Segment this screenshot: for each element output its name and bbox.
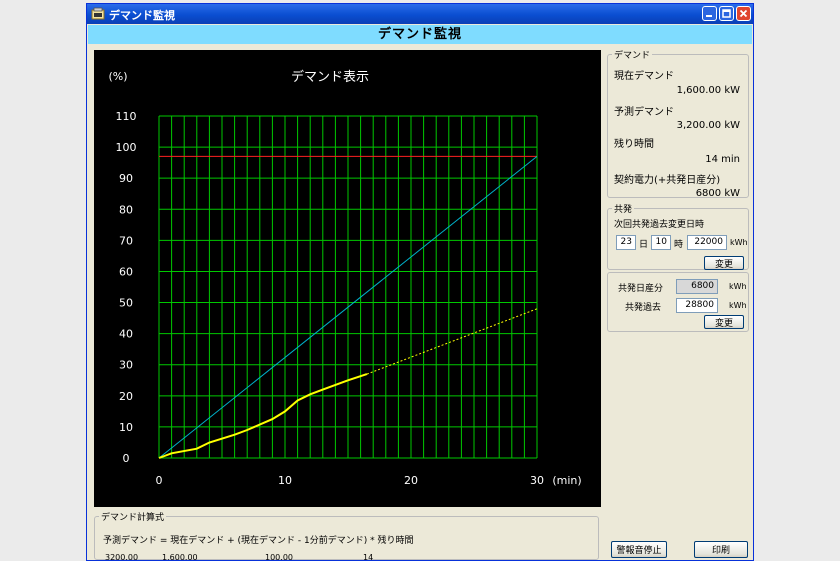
remaining-time-value: 14 min	[705, 154, 740, 165]
window-title: デマンド監視	[109, 9, 175, 22]
daily-amount-unit: kWh	[729, 282, 747, 291]
alarm-stop-button[interactable]: 警報音停止	[611, 541, 667, 558]
kyohatsu-group-label: 共発	[614, 205, 633, 215]
close-icon	[739, 9, 748, 18]
y-tick-label: 80	[119, 203, 133, 216]
contract-power-label: 契約電力(+共発日産分)	[614, 175, 721, 186]
remaining-time-label: 残り時間	[614, 139, 654, 150]
past-amount-unit: kWh	[729, 301, 747, 310]
y-tick-label: 100	[116, 141, 137, 154]
demand-monitor-window: デマンド監視 デマンド監視 0 10 20 30 40 50 60 70 80 90 100 110 0…	[86, 3, 754, 561]
formula-value-predicted: 3200.00	[105, 553, 139, 561]
close-button[interactable]	[736, 6, 751, 21]
demand-group-label: デマンド	[614, 51, 651, 61]
y-tick-label: 90	[119, 172, 133, 185]
y-tick-label: 40	[119, 328, 133, 341]
kyohatsu-group: 共発 次回共発過去変更日時 23 日 10 時 22000 kWh 変更	[607, 202, 749, 270]
past-amount-input[interactable]: 28800	[676, 298, 718, 313]
y-tick-label: 30	[119, 359, 133, 372]
maximize-icon	[722, 9, 731, 18]
minimize-icon	[706, 15, 712, 17]
daily-amount-input[interactable]: 6800	[676, 279, 718, 294]
formula-text: 予測デマンド = 現在デマンド + (現在デマンド - 1分前デマンド) * 残…	[103, 536, 414, 546]
change-button-2[interactable]: 変更	[704, 315, 744, 329]
x-tick-label: 0	[156, 474, 163, 487]
past-amount-label: 共発過去	[625, 303, 662, 313]
y-tick-label: 20	[119, 390, 133, 403]
formula-value-diff: 100.00	[265, 553, 293, 561]
minimize-button[interactable]	[702, 6, 717, 21]
kyohatsu-daily-group: 共発日産分 6800 kWh 共発過去 28800 kWh 変更	[607, 272, 749, 332]
x-tick-label: 10	[278, 474, 292, 487]
y-tick-label: 60	[119, 265, 133, 278]
demand-chart-svg: 0 10 20 30 40 50 60 70 80 90 100 110 0 10 20 30 (%) (min)…	[108, 69, 581, 487]
x-tick-label: 20	[404, 474, 418, 487]
y-tick-label: 50	[119, 297, 133, 310]
print-button[interactable]: 印刷	[694, 541, 748, 558]
predicted-demand-label: 予測デマンド	[614, 107, 674, 118]
current-demand-label: 現在デマンド	[614, 71, 674, 82]
x-axis-label: (min)	[552, 474, 581, 487]
formula-value-current: 1,600.00	[162, 553, 198, 561]
hour-input[interactable]: 10	[651, 235, 671, 250]
next-change-label: 次回共発過去変更日時	[614, 220, 705, 230]
maximize-button[interactable]	[719, 6, 734, 21]
change-button[interactable]: 変更	[704, 256, 744, 270]
day-unit: 日	[639, 240, 649, 250]
y-tick-label: 70	[119, 234, 133, 247]
amount-input[interactable]: 22000	[687, 235, 727, 250]
y-axis-label: (%)	[108, 70, 127, 83]
formula-group-label: デマンド計算式	[101, 513, 165, 523]
chart-title: デマンド表示	[291, 69, 369, 85]
daily-amount-label: 共発日産分	[618, 284, 664, 294]
demand-group: デマンド 現在デマンド 1,600.00 kW 予測デマンド 3,200.00 …	[607, 48, 749, 199]
demand-chart: 0 10 20 30 40 50 60 70 80 90 100 110 0 10 20 30 (%) (min)…	[94, 50, 601, 507]
title-bar: デマンド監視	[87, 4, 753, 24]
x-tick-label: 30	[530, 474, 544, 487]
page-title: デマンド監視	[88, 25, 752, 44]
hour-unit: 時	[674, 240, 684, 250]
predicted-demand-value: 3,200.00 kW	[676, 120, 740, 131]
amount-unit: kWh	[730, 238, 748, 247]
contract-power-value: 6800 kW	[695, 188, 740, 199]
current-demand-value: 1,600.00 kW	[676, 85, 740, 96]
formula-group: デマンド計算式 予測デマンド = 現在デマンド + (現在デマンド - 1分前デ…	[94, 510, 599, 560]
formula-value-remaining: 14	[363, 553, 374, 561]
app-icon	[91, 7, 105, 20]
day-input[interactable]: 23	[616, 235, 636, 250]
y-tick-label: 0	[123, 452, 130, 465]
y-tick-label: 10	[119, 421, 133, 434]
y-tick-label: 110	[116, 110, 137, 123]
